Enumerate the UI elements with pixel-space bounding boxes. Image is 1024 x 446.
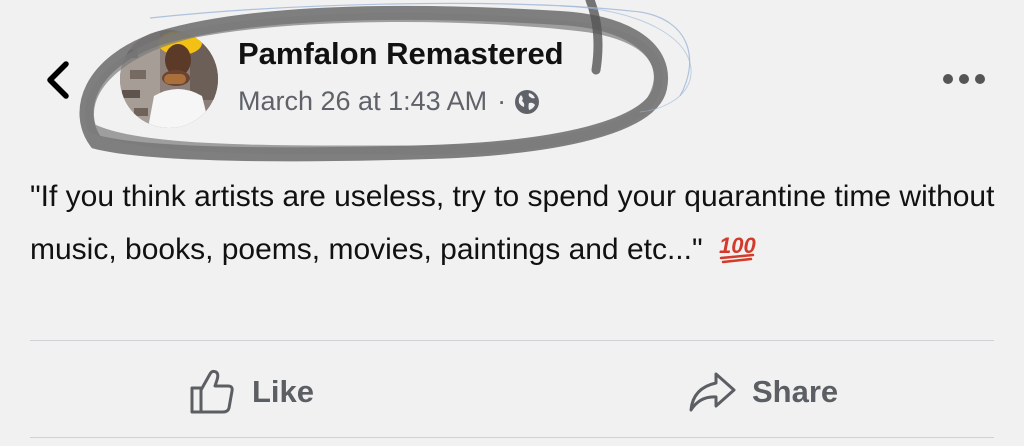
like-button[interactable]: Like — [186, 364, 314, 420]
divider — [30, 437, 994, 438]
post-date[interactable]: March 26 at 1:43 AM — [238, 86, 487, 117]
avatar[interactable] — [120, 30, 218, 128]
share-arrow-icon — [689, 372, 736, 412]
more-horizontal-icon — [943, 74, 985, 84]
divider — [30, 340, 994, 341]
like-label: Like — [252, 374, 315, 409]
post-screen: Pamfalon Remastered March 26 at 1:43 AM … — [0, 0, 1024, 446]
thumbs-up-icon — [190, 369, 234, 414]
post-meta: March 26 at 1:43 AM · — [238, 86, 540, 117]
author-name[interactable]: Pamfalon Remastered — [238, 36, 564, 72]
share-button[interactable]: Share — [686, 364, 838, 420]
share-label: Share — [752, 374, 839, 409]
hundred-points-emoji-icon: 100 — [719, 233, 756, 264]
globe-icon — [515, 89, 540, 114]
more-options-button[interactable] — [938, 66, 990, 92]
chevron-left-icon — [47, 61, 69, 99]
meta-separator: · — [497, 86, 507, 116]
post-text: "If you think artists are useless, try t… — [30, 170, 1005, 276]
back-button[interactable] — [40, 58, 76, 102]
post-text-content: "If you think artists are useless, try t… — [30, 180, 995, 266]
